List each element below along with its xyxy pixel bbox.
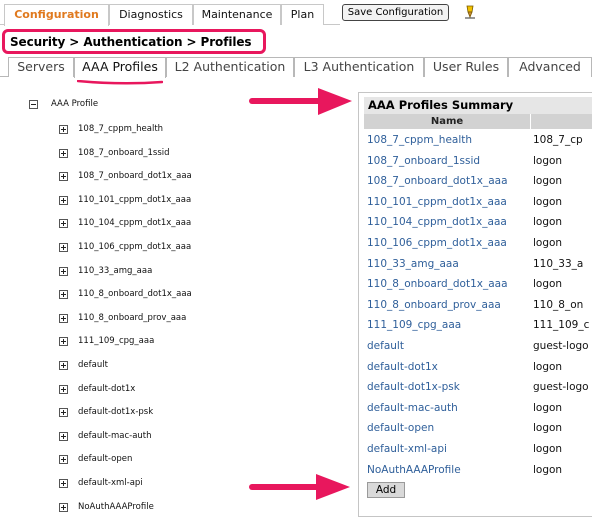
tree-root-label[interactable]: AAA Profile xyxy=(51,99,98,109)
column-header-name[interactable]: Name xyxy=(364,114,531,129)
profile-link[interactable]: 110_8_onboard_prov_aaa xyxy=(367,299,501,311)
profile-link[interactable]: 110_101_cppm_dot1x_aaa xyxy=(367,196,507,208)
profile-value: logon xyxy=(533,155,563,167)
profile-link[interactable]: default-dot1x xyxy=(367,361,438,373)
profile-value: 108_7_cp xyxy=(533,134,583,146)
profile-value: logon xyxy=(533,278,563,290)
expand-icon[interactable] xyxy=(59,479,68,488)
breadcrumb: Security > Authentication > Profiles xyxy=(2,29,266,54)
tree-item[interactable]: NoAuthAAAProfile xyxy=(78,502,154,512)
highlight-underline xyxy=(77,80,163,85)
tree-item[interactable]: 110_8_onboard_prov_aaa xyxy=(78,313,186,323)
expand-icon[interactable] xyxy=(59,219,68,228)
profile-value: logon xyxy=(533,361,563,373)
expand-icon[interactable] xyxy=(59,125,68,134)
add-button[interactable]: Add xyxy=(367,482,405,498)
profile-value: guest-logo xyxy=(533,381,589,393)
expand-icon[interactable] xyxy=(59,267,68,276)
expand-icon[interactable] xyxy=(59,314,68,323)
profile-tree: AAA Profile 108_7_cppm_health 108_7_onboa… xyxy=(0,90,340,517)
tree-item[interactable]: default-mac-auth xyxy=(78,431,152,441)
profile-value: logon xyxy=(533,237,563,249)
profile-value: 111_109_c xyxy=(533,319,590,331)
tab-maintenance[interactable]: Maintenance xyxy=(193,4,281,25)
profile-value: logon xyxy=(533,216,563,228)
tree-item[interactable]: 108_7_cppm_health xyxy=(78,124,163,134)
tree-item[interactable]: 108_7_onboard_1ssid xyxy=(78,148,170,158)
tab-configuration[interactable]: Configuration xyxy=(4,4,109,26)
profile-link[interactable]: 108_7_onboard_dot1x_aaa xyxy=(367,175,508,187)
expand-icon[interactable] xyxy=(59,503,68,512)
profile-link[interactable]: 108_7_cppm_health xyxy=(367,134,472,146)
tree-item[interactable]: default-open xyxy=(78,454,132,464)
tree-item[interactable]: 110_8_onboard_dot1x_aaa xyxy=(78,289,192,299)
tree-item[interactable]: 110_33_amg_aaa xyxy=(78,266,152,276)
profile-link[interactable]: 110_106_cppm_dot1x_aaa xyxy=(367,237,507,249)
tree-item[interactable]: default-dot1x xyxy=(78,384,135,394)
summary-table-header: Name xyxy=(364,114,592,129)
profile-value: logon xyxy=(533,196,563,208)
expand-icon[interactable] xyxy=(59,149,68,158)
profile-value: guest-logo xyxy=(533,340,589,352)
profile-link[interactable]: default-dot1x-psk xyxy=(367,381,460,393)
tab-l2-authentication[interactable]: L2 Authentication xyxy=(166,57,294,77)
top-navigation: Configuration Diagnostics Maintenance Pl… xyxy=(0,0,592,26)
profile-link[interactable]: default-open xyxy=(367,422,434,434)
profile-value: logon xyxy=(533,443,563,455)
expand-icon[interactable] xyxy=(59,337,68,346)
profile-value: 110_8_on xyxy=(533,299,584,311)
tree-item[interactable]: 111_109_cpg_aaa xyxy=(78,336,154,346)
save-configuration-button[interactable]: Save Configuration xyxy=(342,4,449,21)
profile-link[interactable]: default-mac-auth xyxy=(367,402,458,414)
tab-servers[interactable]: Servers xyxy=(8,57,74,77)
expand-icon[interactable] xyxy=(59,290,68,299)
expand-icon[interactable] xyxy=(59,455,68,464)
tree-item[interactable]: default xyxy=(78,360,108,370)
tab-plan[interactable]: Plan xyxy=(281,4,324,25)
profile-link[interactable]: 110_8_onboard_dot1x_aaa xyxy=(367,278,508,290)
tree-item[interactable]: 108_7_onboard_dot1x_aaa xyxy=(78,171,192,181)
expand-icon[interactable] xyxy=(59,385,68,394)
expand-icon[interactable] xyxy=(59,172,68,181)
tab-aaa-profiles[interactable]: AAA Profiles xyxy=(74,57,166,78)
tab-l3-authentication[interactable]: L3 Authentication xyxy=(294,57,424,77)
breadcrumb-text: Security > Authentication > Profiles xyxy=(10,35,252,49)
profile-link[interactable]: 111_109_cpg_aaa xyxy=(367,319,461,331)
expand-icon[interactable] xyxy=(59,361,68,370)
profile-link[interactable]: 108_7_onboard_1ssid xyxy=(367,155,480,167)
profile-value: logon xyxy=(533,175,563,187)
expand-icon[interactable] xyxy=(59,408,68,417)
tree-item[interactable]: 110_101_cppm_dot1x_aaa xyxy=(78,195,191,205)
profile-value: logon xyxy=(533,422,563,434)
profile-value: logon xyxy=(533,464,563,476)
column-header-2 xyxy=(532,114,592,129)
tree-item[interactable]: 110_106_cppm_dot1x_aaa xyxy=(78,242,191,252)
pencil-icon[interactable] xyxy=(464,5,476,19)
profile-link[interactable]: 110_104_cppm_dot1x_aaa xyxy=(367,216,507,228)
profile-value: logon xyxy=(533,402,563,414)
profile-link[interactable]: default xyxy=(367,340,404,352)
tab-advanced[interactable]: Advanced xyxy=(508,57,592,77)
expand-icon[interactable] xyxy=(59,196,68,205)
profile-value: 110_33_a xyxy=(533,258,584,270)
profile-link[interactable]: 110_33_amg_aaa xyxy=(367,258,459,270)
tab-diagnostics[interactable]: Diagnostics xyxy=(109,4,193,25)
tree-item[interactable]: default-dot1x-psk xyxy=(78,407,153,417)
profile-link[interactable]: NoAuthAAAProfile xyxy=(367,464,461,476)
tree-item[interactable]: default-xml-api xyxy=(78,478,143,488)
collapse-icon[interactable] xyxy=(29,100,38,109)
tree-item[interactable]: 110_104_cppm_dot1x_aaa xyxy=(78,218,191,228)
expand-icon[interactable] xyxy=(59,432,68,441)
expand-icon[interactable] xyxy=(59,243,68,252)
tab-user-rules[interactable]: User Rules xyxy=(424,57,508,77)
profile-link[interactable]: default-xml-api xyxy=(367,443,447,455)
summary-title: AAA Profiles Summary xyxy=(364,97,592,114)
